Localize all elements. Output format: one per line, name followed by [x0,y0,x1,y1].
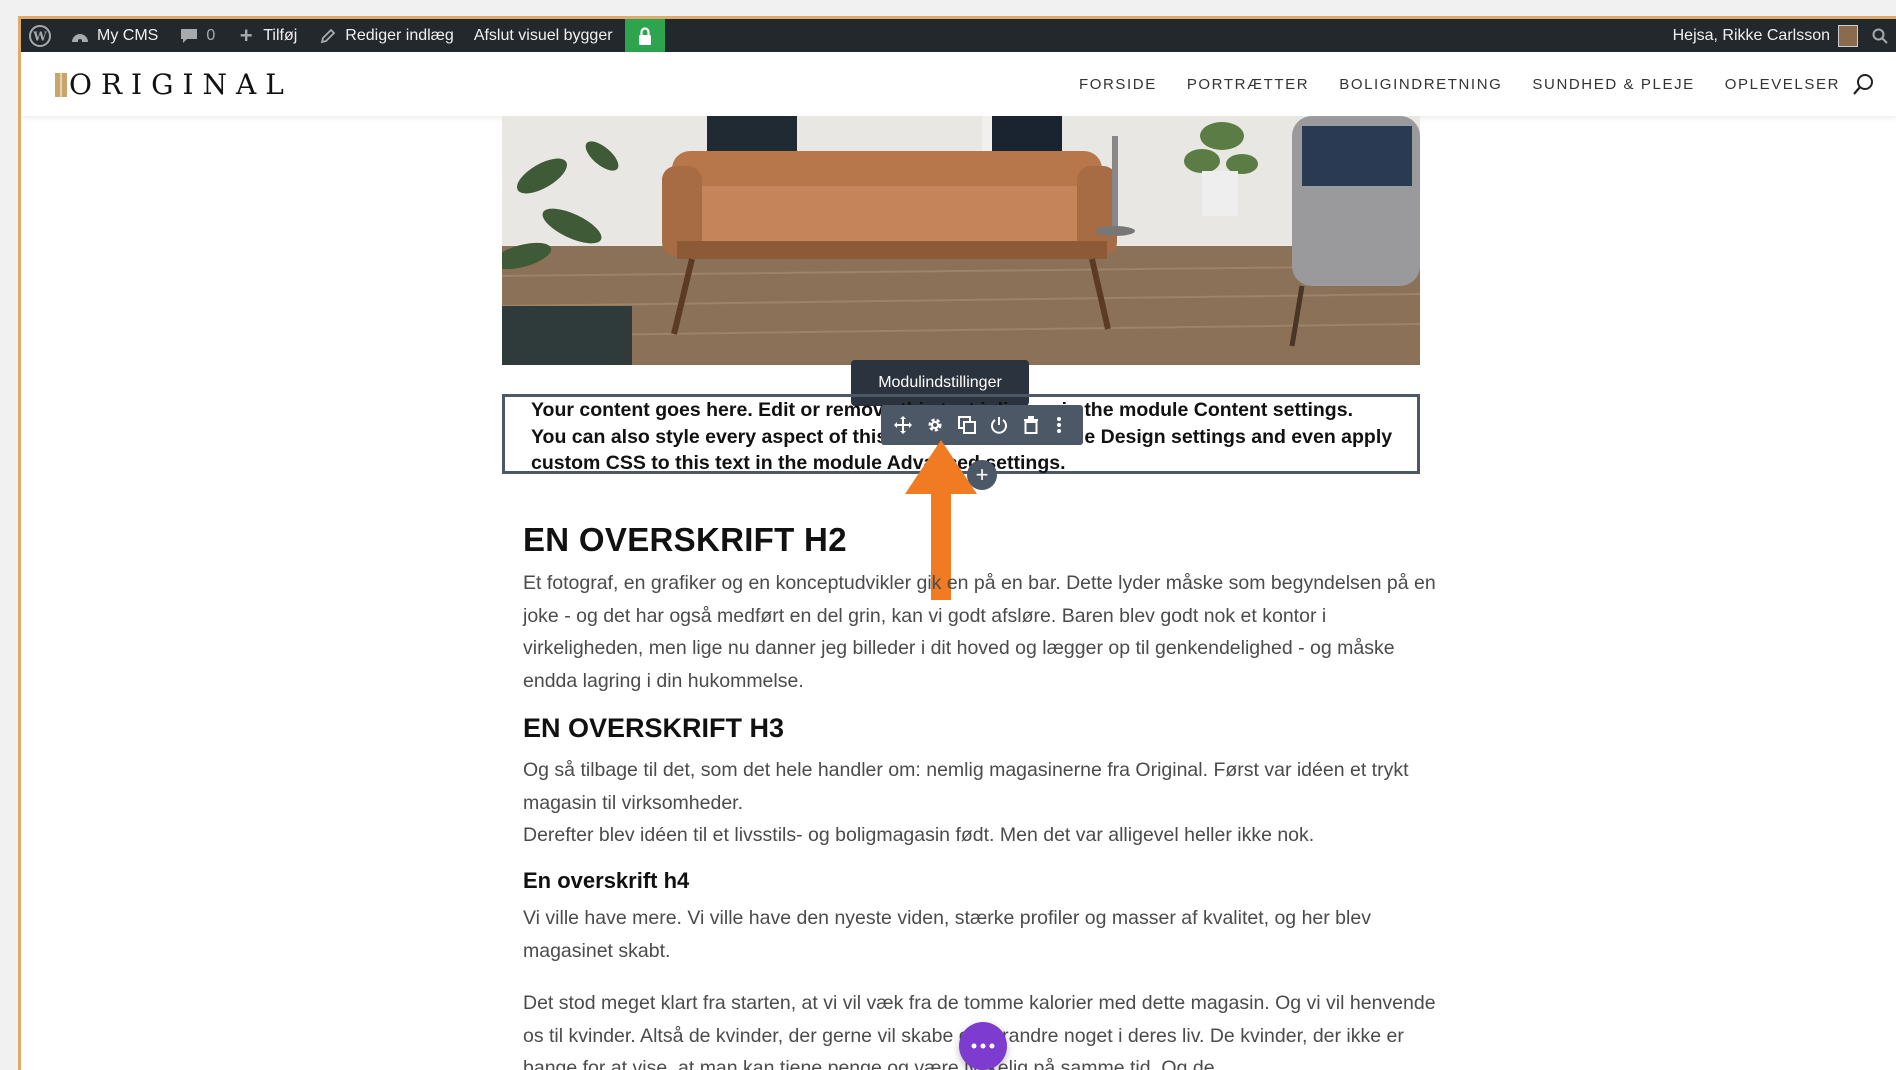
paragraph-1: Et fotograf, en grafiker og en konceptud… [523,572,1436,692]
plus-icon: + [239,22,253,48]
add-new-link[interactable]: + Tilføj [225,19,307,52]
nav-item-boligindretning[interactable]: BOLIGINDRETNING [1339,76,1502,93]
paragraph-2: Og så tilbage til det, som det hele hand… [523,754,1448,852]
heading-h4: En overskrift h4 [523,868,690,893]
hero-image[interactable] [502,116,1420,365]
exit-visual-builder-link[interactable]: Afslut visuel bygger [464,19,623,52]
heading-h2: EN OVERSKRIFT H2 [523,521,847,558]
admin-search-icon[interactable] [1864,19,1896,52]
trash-icon[interactable] [1015,405,1047,445]
main-nav: FORSIDE PORTRÆTTER BOLIGINDRETNING SUNDH… [1079,52,1840,116]
pencil-icon [317,25,339,47]
avatar [1838,24,1858,47]
heading-h3: EN OVERSKRIFT H3 [523,713,785,743]
dashboard-icon [69,25,91,47]
edit-post-label: Rediger indlæg [345,26,454,44]
user-account-link[interactable]: Hejsa, Rikke Carlsson [1663,19,1864,52]
move-icon[interactable] [887,405,919,445]
power-icon[interactable] [983,405,1015,445]
nav-item-oplevelser[interactable]: OPLEVELSER [1725,76,1840,93]
site-logo[interactable]: ORIGINAL [55,68,293,101]
site-name-link[interactable]: My CMS [59,19,168,52]
gear-icon[interactable] [919,405,951,445]
search-icon[interactable] [1852,72,1876,96]
add-new-label: Tilføj [263,26,298,44]
comment-icon [178,25,200,47]
site-header: ORIGINAL FORSIDE PORTRÆTTER BOLIGINDRETN… [21,52,1896,116]
more-icon[interactable] [1047,405,1071,445]
module-toolbar [881,405,1083,445]
page-frame: W My CMS 0 + Tilføj Rediger indlæg Afslu… [18,16,1896,1070]
admin-bar-right: Hejsa, Rikke Carlsson [1663,19,1896,52]
comments-count: 0 [206,26,216,44]
admin-bar: W My CMS 0 + Tilføj Rediger indlæg Afslu… [21,19,1896,52]
site-name-label: My CMS [97,26,159,44]
nav-item-portraetter[interactable]: PORTRÆTTER [1187,76,1309,93]
duplicate-icon[interactable] [951,405,983,445]
logo-text: ORIGINAL [69,68,293,101]
lock-icon[interactable] [624,19,665,52]
wordpress-logo-icon[interactable]: W [21,19,59,52]
nav-item-forside[interactable]: FORSIDE [1079,76,1157,93]
paragraph-3: Vi ville have mere. Vi ville have den ny… [523,907,1371,962]
paragraph-2b: Derefter blev idéen til et livsstils- og… [523,824,1315,846]
paragraph-2a: Og så tilbage til det, som det hele hand… [523,759,1409,814]
svg-text:W: W [32,29,47,43]
builder-menu-button[interactable] [959,1022,1007,1070]
logo-mark [55,72,67,97]
edit-post-link[interactable]: Rediger indlæg [307,19,464,52]
user-greeting: Hejsa, Rikke Carlsson [1672,26,1830,44]
comments-link[interactable]: 0 [168,19,225,52]
nav-item-sundhed-pleje[interactable]: SUNDHED & PLEJE [1532,76,1694,93]
exit-visual-builder-label: Afslut visuel bygger [473,26,613,44]
